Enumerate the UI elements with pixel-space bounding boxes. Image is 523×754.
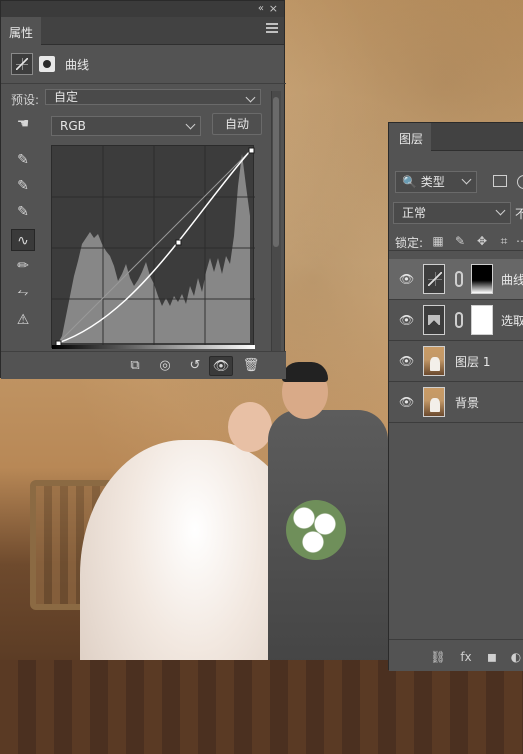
- filter-pixel-layers-icon[interactable]: [493, 175, 507, 187]
- edit-points-curve-icon[interactable]: ∿: [11, 229, 35, 251]
- visibility-eye-icon[interactable]: 👁: [399, 313, 414, 327]
- divider: [1, 83, 286, 84]
- chevron-down-icon: [245, 92, 256, 103]
- channel-dropdown[interactable]: RGB: [51, 116, 201, 136]
- layers-tabbar: 图层: [389, 123, 523, 151]
- preset-label: 预设:: [11, 93, 40, 107]
- layer-mask-thumbnail[interactable]: [471, 305, 493, 335]
- layer-thumbnail[interactable]: [423, 346, 445, 376]
- layers-bottom-bar: ⛓ fx ◼ ◐: [389, 639, 523, 671]
- properties-panel: « × 属性 曲线 预设: 自定 ☚ ✎ ✎ ✎ ∿ ✏ ⥊ ⚠ RGB 自动: [0, 0, 286, 379]
- smooth-curve-icon[interactable]: ⥊: [11, 281, 35, 303]
- layer-row-curves[interactable]: 👁 曲线: [389, 259, 523, 300]
- black-point-eyedropper-icon[interactable]: ✎: [11, 149, 35, 171]
- layer-row-selective-color[interactable]: 👁 选取: [389, 300, 523, 341]
- tab-layers[interactable]: 图层: [389, 123, 432, 151]
- layers-filter-row: 🔍 类型: [389, 171, 523, 195]
- mask-icon[interactable]: [39, 56, 55, 72]
- visibility-eye-icon[interactable]: 👁: [399, 395, 414, 409]
- preset-row: 预设: 自定: [11, 89, 266, 107]
- white-point-eyedropper-icon[interactable]: ✎: [11, 201, 35, 223]
- view-previous-state-icon[interactable]: ◎: [153, 356, 177, 376]
- clip-to-layer-icon[interactable]: ⧉: [123, 356, 147, 376]
- lock-row: 锁定: ▦ ✎ ✥ ⌗ ⋯: [389, 231, 523, 251]
- close-icon[interactable]: ×: [269, 2, 278, 15]
- chevron-down-icon: [495, 205, 506, 216]
- tab-properties-label: 属性: [9, 26, 34, 40]
- properties-tabbar: 属性: [1, 17, 284, 45]
- curves-graph[interactable]: [51, 145, 255, 349]
- chain-link-icon[interactable]: [455, 271, 463, 287]
- visibility-eye-icon[interactable]: 👁: [399, 354, 414, 368]
- blend-mode-dropdown[interactable]: 正常: [393, 202, 511, 224]
- floor: [0, 660, 523, 754]
- layer-row-layer-1[interactable]: 👁 图层 1: [389, 341, 523, 382]
- layer-row-background[interactable]: 👁 背景: [389, 382, 523, 423]
- output-gradient-bar: [52, 345, 255, 349]
- layer-filter-dropdown[interactable]: 🔍 类型: [395, 171, 477, 193]
- curves-graph-svg[interactable]: [52, 146, 255, 349]
- lock-image-pixels-brush-icon[interactable]: ✎: [453, 234, 467, 248]
- layer-name[interactable]: 图层 1: [455, 353, 490, 370]
- clipping-warning-icon[interactable]: ⚠: [11, 309, 35, 331]
- lock-position-move-icon[interactable]: ✥: [475, 234, 489, 248]
- blend-mode-value: 正常: [402, 206, 427, 220]
- curve-point-mid[interactable]: [175, 239, 182, 246]
- toggle-visibility-eye-icon[interactable]: 👁: [209, 356, 233, 376]
- curves-adjustment-thumbnail-icon[interactable]: [423, 264, 445, 294]
- lock-all-icon[interactable]: ⋯: [515, 234, 523, 248]
- lock-artboard-icon[interactable]: ⌗: [497, 234, 511, 248]
- groom-hair: [282, 362, 328, 382]
- chain-link-icon[interactable]: [455, 312, 463, 328]
- layer-name[interactable]: 曲线: [501, 271, 523, 288]
- panel-topbar: « ×: [1, 1, 284, 17]
- lock-label: 锁定:: [395, 236, 424, 250]
- visibility-eye-icon[interactable]: 👁: [399, 272, 414, 286]
- blend-mode-row: 正常 不: [389, 202, 523, 224]
- properties-scroll-thumb[interactable]: [273, 97, 279, 247]
- curves-adjustment-icon[interactable]: [11, 53, 33, 75]
- gray-point-eyedropper-icon[interactable]: ✎: [11, 175, 35, 197]
- fx-icon[interactable]: fx: [457, 648, 475, 666]
- properties-bottom-bar: ⧉ ◎ ↺ 👁 🗑: [1, 351, 286, 379]
- new-fill-adjustment-icon[interactable]: ◐: [507, 648, 523, 666]
- tab-properties[interactable]: 属性: [1, 17, 42, 45]
- preset-value: 自定: [54, 90, 79, 104]
- pencil-draw-curve-icon[interactable]: ✏: [11, 255, 35, 277]
- link-layers-icon[interactable]: ⛓: [429, 648, 447, 666]
- preset-dropdown[interactable]: 自定: [45, 89, 261, 105]
- layer-filter-value: 类型: [420, 175, 445, 189]
- curve-point-white[interactable]: [248, 147, 255, 154]
- selective-color-thumbnail-icon[interactable]: [423, 305, 445, 335]
- layers-panel: 图层 🔍 类型 正常 不 锁定: ▦ ✎ ✥ ⌗ ⋯ 👁 曲线 👁 选取 👁 图…: [388, 122, 523, 671]
- chevron-down-icon: [461, 174, 472, 185]
- layer-thumbnail[interactable]: [423, 387, 445, 417]
- on-image-adjust-icon[interactable]: ☚: [11, 113, 35, 135]
- reset-adjustments-icon[interactable]: ↺: [183, 356, 207, 376]
- adjustment-header: 曲线: [11, 53, 281, 75]
- filter-adjustment-layers-icon[interactable]: [517, 175, 523, 189]
- collapse-icon[interactable]: «: [258, 3, 264, 14]
- adjustment-title: 曲线: [65, 58, 90, 72]
- layer-name[interactable]: 背景: [455, 394, 479, 411]
- delete-adjustment-trash-icon[interactable]: 🗑: [239, 356, 263, 376]
- opacity-label-partial: 不: [515, 207, 523, 221]
- panel-menu-icon[interactable]: [266, 23, 278, 33]
- lock-transparent-pixels-icon[interactable]: ▦: [431, 234, 445, 248]
- layer-name[interactable]: 选取: [501, 312, 523, 329]
- auto-button[interactable]: 自动: [212, 113, 262, 135]
- flower-bouquet: [286, 500, 346, 560]
- curves-tools: ☚ ✎ ✎ ✎ ∿ ✏ ⥊ ⚠: [11, 113, 37, 333]
- chevron-down-icon: [185, 119, 196, 130]
- search-icon: 🔍: [402, 175, 421, 189]
- bride-head: [228, 402, 272, 452]
- tab-layers-label: 图层: [399, 132, 424, 146]
- layer-mask-thumbnail[interactable]: [471, 264, 493, 294]
- channel-value: RGB: [60, 119, 86, 133]
- add-mask-icon[interactable]: ◼: [483, 648, 501, 666]
